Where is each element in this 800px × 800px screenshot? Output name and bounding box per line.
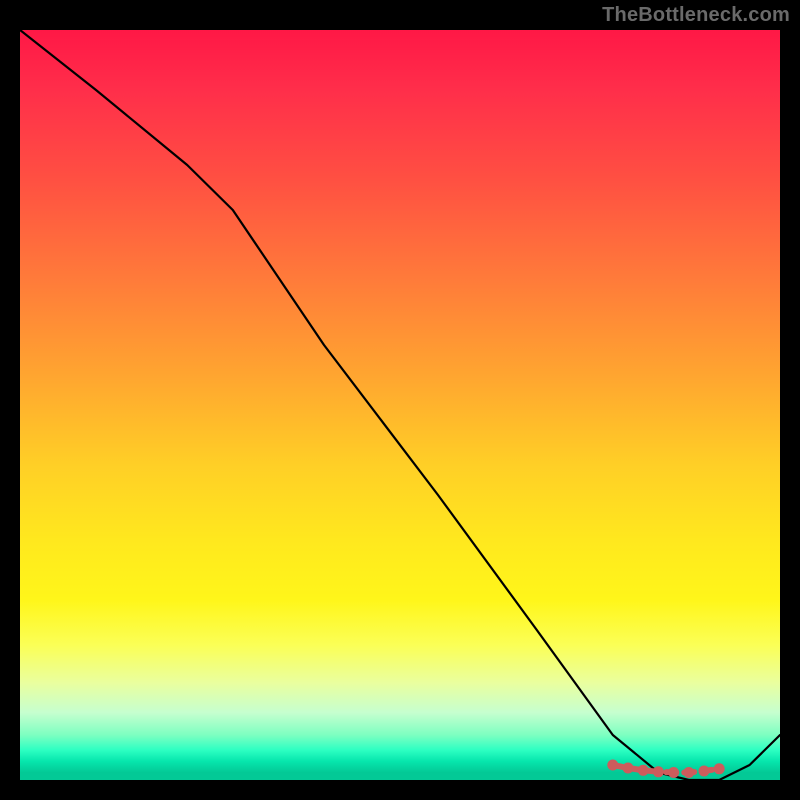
marker-dot — [623, 763, 634, 774]
bottleneck-curve — [20, 30, 780, 780]
marker-dot — [607, 760, 618, 771]
marker-dot — [638, 765, 649, 776]
watermark-label: TheBottleneck.com — [602, 4, 790, 27]
marker-dot — [668, 767, 679, 778]
chart-container: TheBottleneck.com — [0, 0, 800, 800]
marker-dot — [714, 763, 725, 774]
plot-area — [20, 30, 780, 780]
overlay-svg — [20, 30, 780, 780]
marker-dot — [683, 767, 694, 778]
plot-outer — [0, 0, 800, 800]
marker-dot — [653, 766, 664, 777]
marker-dot — [699, 766, 710, 777]
